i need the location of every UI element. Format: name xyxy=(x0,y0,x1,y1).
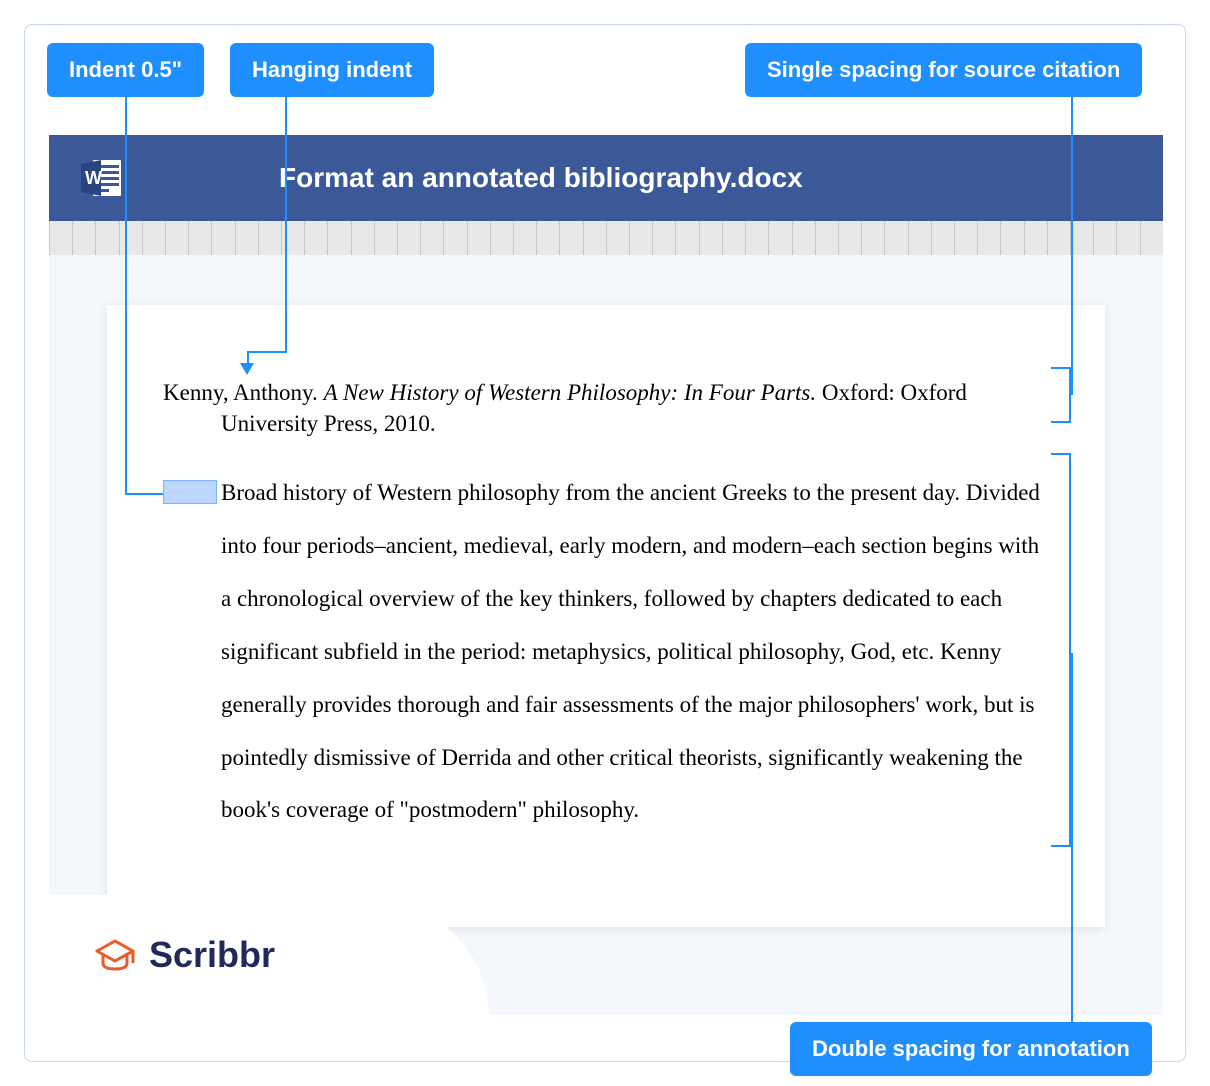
svg-text:W: W xyxy=(85,168,102,188)
callout-indent: Indent 0.5" xyxy=(47,43,204,97)
callout-single-spacing: Single spacing for source citation xyxy=(745,43,1142,97)
callout-double-spacing: Double spacing for annotation xyxy=(790,1022,1152,1076)
bracket-single-spacing xyxy=(1051,367,1071,423)
logo-container: Scribbr xyxy=(49,895,409,1015)
connector-double-v xyxy=(1071,653,1073,1043)
graduation-cap-icon xyxy=(93,933,137,977)
arrow-hanging xyxy=(240,363,254,375)
citation-book-title: A New History of Western Philosophy: In … xyxy=(324,380,817,405)
document-area: Kenny, Anthony. A New History of Western… xyxy=(49,255,1163,1015)
connector-hanging-v xyxy=(285,95,287,351)
page: Kenny, Anthony. A New History of Western… xyxy=(107,305,1105,927)
citation-text: Kenny, Anthony. A New History of Western… xyxy=(163,377,1049,439)
word-icon: W xyxy=(73,150,129,206)
diagram-frame: Indent 0.5" Hanging indent Single spacin… xyxy=(24,24,1186,1062)
logo-text: Scribbr xyxy=(149,934,275,976)
document-title: Format an annotated bibliography.docx xyxy=(279,162,803,194)
callout-hanging: Hanging indent xyxy=(230,43,434,97)
connector-indent-v xyxy=(125,95,127,493)
connector-hanging-h xyxy=(247,351,287,353)
annotation-text: Broad history of Western philosophy from… xyxy=(163,467,1049,837)
connector-indent-h xyxy=(125,493,163,495)
connector-single-v xyxy=(1071,95,1073,395)
citation-author: Kenny, Anthony. xyxy=(163,380,324,405)
indent-highlight xyxy=(163,480,217,504)
ruler xyxy=(49,221,1163,255)
word-titlebar: W Format an annotated bibliography.docx xyxy=(49,135,1163,221)
bracket-double-spacing xyxy=(1051,453,1071,847)
